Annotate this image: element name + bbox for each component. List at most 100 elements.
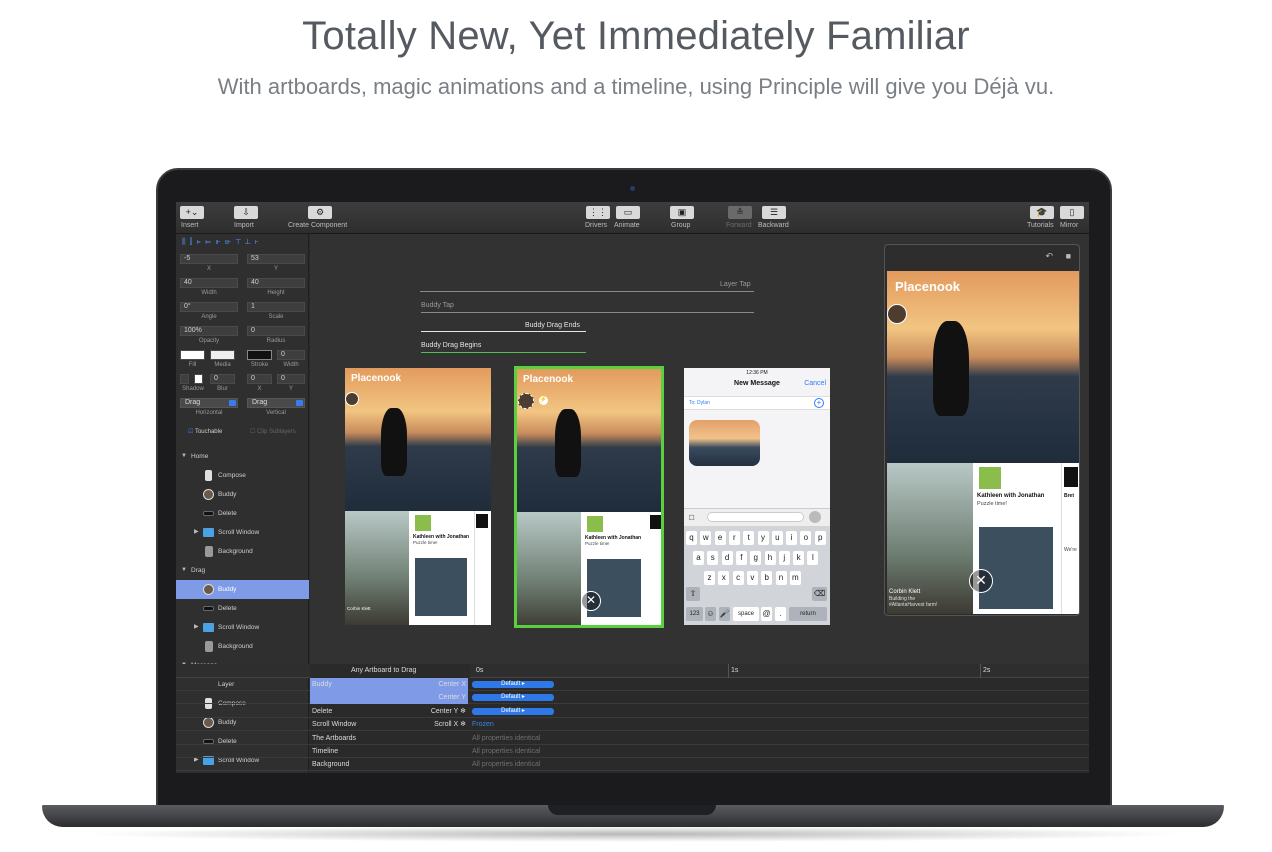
key-e[interactable]: e	[714, 531, 726, 545]
animation-curve-bar[interactable]: Default ▸	[472, 694, 554, 702]
mirror-button[interactable]: ▯	[1060, 206, 1084, 219]
key-dot[interactable]: .	[775, 607, 786, 621]
insert-button[interactable]: +⌄	[180, 206, 204, 219]
drivers-button[interactable]: ⋮⋮	[586, 206, 610, 219]
radius-field[interactable]: 0	[247, 326, 305, 336]
mic-key-icon[interactable]: 🎤	[719, 607, 730, 621]
timeline-row[interactable]: The Artboards All properties identical	[176, 732, 1089, 745]
buddy-avatar[interactable]	[887, 304, 907, 324]
touchable-checkbox[interactable]: ☑ Touchable	[188, 428, 222, 435]
key-g[interactable]: g	[750, 551, 762, 565]
timeline-row[interactable]: Buddy Center X Default ▸	[176, 678, 1089, 691]
key-b[interactable]: b	[761, 571, 773, 585]
timeline-row[interactable]: Timeline All properties identical	[176, 745, 1089, 758]
timeline-row[interactable]: Background All properties identical	[176, 758, 1089, 772]
layer-item[interactable]: Delete	[176, 504, 309, 523]
preview-screen[interactable]: Placenook Corbin Klett Building the #Atl…	[887, 271, 1079, 614]
scale-field[interactable]: 1	[247, 302, 305, 312]
timeline-track[interactable]: Default ▸	[470, 678, 1089, 691]
preview-window[interactable]: ↶ ■ Placenook Corbin Klett Building the …	[884, 244, 1080, 616]
artboard-message[interactable]: 12:36 PM New Message Cancel To: Dylan + …	[684, 368, 830, 625]
key-t[interactable]: t	[743, 531, 755, 545]
key-x[interactable]: x	[718, 571, 730, 585]
shadow-y-field[interactable]: 0	[277, 374, 305, 384]
camera-icon[interactable]: ◘	[689, 512, 694, 522]
layer-item[interactable]: Compose	[176, 466, 309, 485]
shadow-checkbox[interactable]	[180, 374, 189, 384]
opacity-field[interactable]: 100%	[180, 326, 238, 336]
send-icon[interactable]	[809, 511, 821, 523]
blur-field[interactable]: 0	[210, 374, 235, 384]
layer-group-home[interactable]: ▼ Home	[176, 447, 309, 466]
width-field[interactable]: 40	[180, 278, 238, 288]
key-m[interactable]: m	[789, 571, 801, 585]
create-component-button[interactable]: ⚙	[308, 206, 332, 219]
timeline-row[interactable]: Delete Center Y ❄ Default ▸	[176, 705, 1089, 718]
add-recipient-icon[interactable]: +	[814, 398, 824, 408]
key-r[interactable]: r	[728, 531, 740, 545]
key-p[interactable]: p	[814, 531, 826, 545]
layer-item-selected[interactable]: Buddy	[176, 580, 309, 599]
angle-field[interactable]: 0°	[180, 302, 238, 312]
layer-item[interactable]: ▶ Scroll Window	[176, 523, 309, 542]
delete-key-icon[interactable]: ⌫	[812, 587, 827, 601]
buddy-drag-ends-arrow[interactable]	[421, 331, 586, 332]
forward-button[interactable]: ≙	[728, 206, 752, 219]
layer-tap-arrow[interactable]	[420, 291, 754, 292]
timeline-transition-label[interactable]: Any Artboard to Drag	[351, 667, 416, 674]
lightning-icon[interactable]: ⚡	[539, 396, 548, 405]
shadow-x-field[interactable]: 0	[247, 374, 272, 384]
horizontal-select[interactable]: Drag	[180, 398, 238, 408]
timeline-track[interactable]: Default ▸	[470, 705, 1089, 718]
stroke-swatch[interactable]	[247, 350, 272, 360]
height-field[interactable]: 40	[247, 278, 305, 288]
x-field[interactable]: -5	[180, 254, 238, 264]
key-i[interactable]: i	[786, 531, 798, 545]
backward-button[interactable]: ☰	[762, 206, 786, 219]
vertical-select[interactable]: Drag	[247, 398, 305, 408]
animation-curve-bar[interactable]: Default ▸	[472, 707, 554, 715]
buddy-drag-begins-arrow[interactable]	[421, 352, 586, 353]
fill-swatch[interactable]	[180, 350, 205, 360]
canvas[interactable]: Layer Tap Buddy Tap Buddy Drag Ends Budd…	[310, 234, 1089, 664]
layer-group-drag[interactable]: ▼ Drag	[176, 561, 309, 580]
delete-close-icon[interactable]: ✕	[581, 591, 601, 611]
key-c[interactable]: c	[732, 571, 744, 585]
key-n[interactable]: n	[775, 571, 787, 585]
key-h[interactable]: h	[764, 551, 776, 565]
align-tools[interactable]: ⫼ ⫿ ⊧ ⊨ ⊩ ⊪ ⊤ ⊥ ⊦	[182, 237, 260, 247]
key-w[interactable]: w	[700, 531, 712, 545]
undo-icon[interactable]: ↶	[1045, 251, 1053, 262]
delete-close-icon[interactable]: ✕	[969, 569, 993, 593]
buddy-avatar[interactable]	[345, 392, 359, 406]
timeline-track[interactable]: All properties identical	[470, 745, 1089, 758]
key-return[interactable]: return	[789, 607, 827, 621]
buddy-avatar-selected[interactable]	[518, 393, 534, 409]
key-u[interactable]: u	[771, 531, 783, 545]
key-y[interactable]: y	[757, 531, 769, 545]
artboard-drag-selected[interactable]: Placenook ⚡ Kathleen with Jonathan Puzzl…	[514, 366, 664, 628]
clip-sublayers-checkbox[interactable]: ☐ Clip Sublayers	[250, 428, 296, 435]
key-o[interactable]: o	[800, 531, 812, 545]
emoji-key-icon[interactable]: ☺	[705, 607, 716, 621]
key-q[interactable]: q	[686, 531, 697, 545]
media-swatch[interactable]	[210, 350, 235, 360]
message-input[interactable]	[707, 512, 804, 522]
tutorials-button[interactable]: 🎓	[1030, 206, 1054, 219]
shift-key-icon[interactable]: ⇧	[686, 587, 700, 601]
key-at[interactable]: @	[761, 607, 772, 621]
key-123[interactable]: 123	[686, 607, 703, 621]
timeline-row[interactable]: Center Y Default ▸	[176, 691, 1089, 705]
import-button[interactable]: ⇩	[234, 206, 258, 219]
layer-item[interactable]: Delete	[176, 599, 309, 618]
key-v[interactable]: v	[746, 571, 758, 585]
timeline-track[interactable]: All properties identical	[470, 732, 1089, 745]
timeline-track[interactable]: Frozen	[470, 718, 1089, 731]
group-button[interactable]: ▣	[670, 206, 694, 219]
layer-item[interactable]: ▶ Scroll Window	[176, 618, 309, 637]
key-a[interactable]: a	[693, 551, 704, 565]
animation-curve-bar[interactable]: Default ▸	[472, 681, 554, 688]
layer-item[interactable]: Background	[176, 542, 309, 561]
key-s[interactable]: s	[707, 551, 719, 565]
recipient-field[interactable]: To: Dylan	[689, 400, 710, 406]
